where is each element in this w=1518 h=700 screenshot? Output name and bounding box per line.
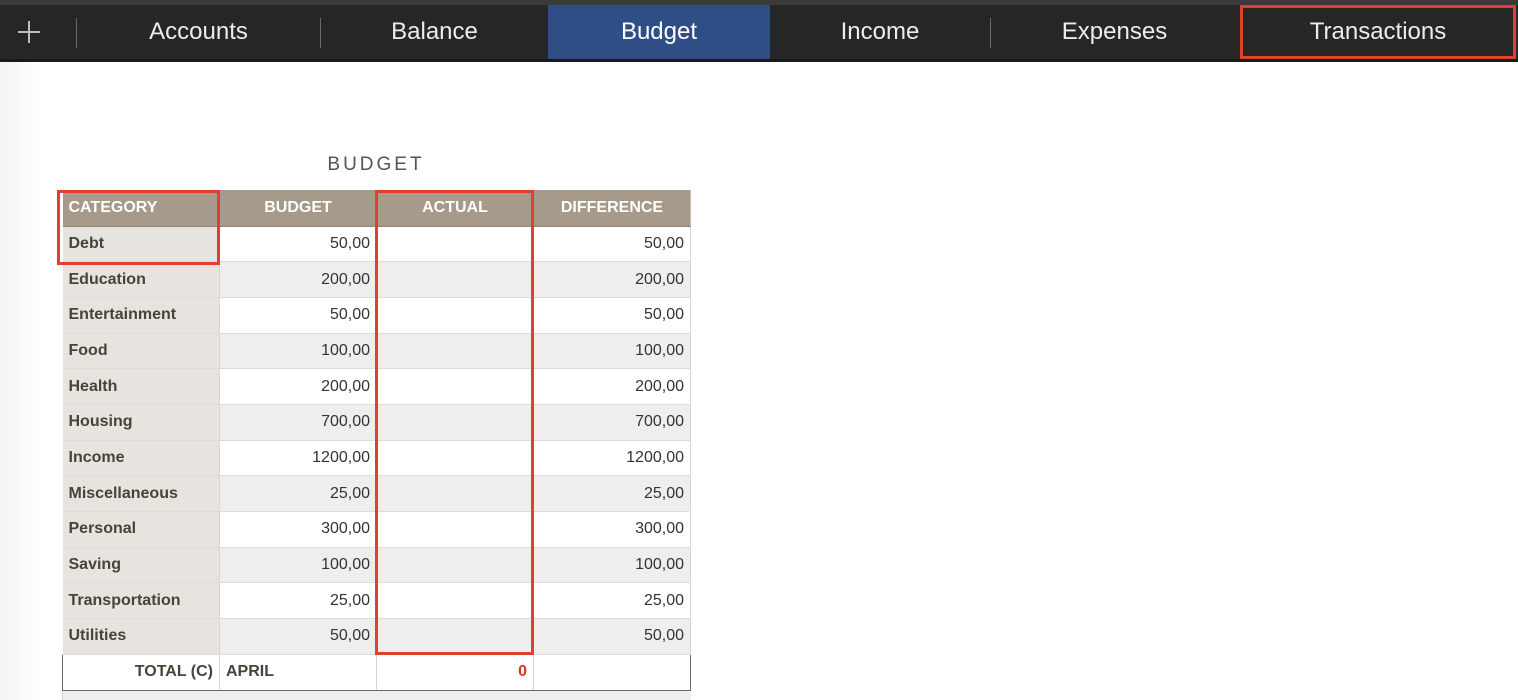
difference-cell[interactable]: 200,00 bbox=[533, 368, 691, 405]
total-label[interactable]: TOTAL (C) bbox=[62, 653, 220, 691]
budget-cell[interactable]: 25,00 bbox=[219, 582, 377, 620]
category-cell[interactable]: Personal bbox=[62, 511, 220, 548]
category-cell[interactable]: Miscellaneous bbox=[62, 475, 220, 512]
table-header-row: CATEGORY BUDGET ACTUAL DIFFERENCE bbox=[62, 190, 691, 227]
tab-accounts[interactable]: Accounts bbox=[77, 5, 320, 59]
table-row: Miscellaneous 25,00 25,00 bbox=[62, 475, 691, 512]
table-row: Health 200,00 200,00 bbox=[62, 368, 691, 405]
table-row: Entertainment 50,00 50,00 bbox=[62, 297, 691, 334]
category-cell[interactable]: Saving bbox=[62, 547, 220, 584]
tab-budget[interactable]: Budget bbox=[548, 5, 770, 59]
difference-cell[interactable]: 200,00 bbox=[533, 261, 691, 298]
total-row: TOTAL (C) APRIL 0 bbox=[62, 653, 691, 691]
budget-cell[interactable]: 1200,00 bbox=[219, 440, 377, 477]
tab-label: Balance bbox=[391, 18, 478, 45]
category-cell[interactable]: Food bbox=[62, 333, 220, 370]
table-row: Transportation 25,00 25,00 bbox=[62, 582, 691, 620]
difference-cell[interactable]: 300,00 bbox=[533, 511, 691, 548]
category-cell[interactable]: Health bbox=[62, 368, 220, 405]
difference-cell[interactable]: 100,00 bbox=[533, 333, 691, 370]
budget-cell[interactable]: 50,00 bbox=[219, 226, 377, 263]
budget-table: CATEGORY BUDGET ACTUAL DIFFERENCE Debt 50… bbox=[62, 190, 691, 691]
actual-cell[interactable] bbox=[376, 582, 534, 620]
difference-cell[interactable]: 100,00 bbox=[533, 547, 691, 584]
tab-label: Budget bbox=[620, 18, 698, 45]
sheet-edge-shadow bbox=[0, 62, 40, 700]
budget-cell[interactable]: 50,00 bbox=[219, 618, 377, 655]
category-cell[interactable]: Entertainment bbox=[62, 297, 220, 334]
table-row: Utilities 50,00 50,00 bbox=[62, 618, 691, 655]
budget-cell[interactable]: 100,00 bbox=[219, 333, 377, 370]
actual-cell[interactable] bbox=[376, 440, 534, 477]
tab-balance[interactable]: Balance bbox=[321, 5, 548, 59]
category-cell[interactable]: Education bbox=[62, 261, 220, 298]
difference-cell[interactable]: 50,00 bbox=[533, 618, 691, 655]
category-cell[interactable]: Utilities bbox=[62, 618, 220, 655]
table-row: Housing 700,00 700,00 bbox=[62, 404, 691, 441]
header-actual[interactable]: ACTUAL bbox=[376, 190, 534, 227]
actual-cell[interactable] bbox=[376, 333, 534, 370]
category-cell[interactable]: Debt bbox=[62, 226, 220, 263]
actual-cell[interactable] bbox=[376, 547, 534, 584]
category-cell[interactable]: Transportation bbox=[62, 582, 220, 620]
next-row-partial bbox=[62, 691, 691, 700]
actual-cell[interactable] bbox=[376, 475, 534, 512]
tab-label: Income bbox=[840, 18, 920, 45]
budget-cell[interactable]: 25,00 bbox=[219, 475, 377, 512]
budget-cell[interactable]: 700,00 bbox=[219, 404, 377, 441]
total-month-cell[interactable]: APRIL bbox=[219, 653, 377, 691]
budget-cell[interactable]: 200,00 bbox=[219, 368, 377, 405]
tab-label: Transactions bbox=[1309, 18, 1447, 45]
header-category[interactable]: CATEGORY bbox=[62, 190, 220, 227]
table-row: Income 1200,00 1200,00 bbox=[62, 440, 691, 477]
actual-cell[interactable] bbox=[376, 511, 534, 548]
tab-expenses[interactable]: Expenses bbox=[991, 5, 1238, 59]
actual-cell[interactable] bbox=[376, 618, 534, 655]
tab-income[interactable]: Income bbox=[770, 5, 990, 59]
actual-cell[interactable] bbox=[376, 368, 534, 405]
sheet-title: BUDGET bbox=[327, 154, 425, 175]
category-cell[interactable]: Housing bbox=[62, 404, 220, 441]
budget-cell[interactable]: 50,00 bbox=[219, 297, 377, 334]
difference-cell[interactable]: 700,00 bbox=[533, 404, 691, 441]
add-sheet-button[interactable] bbox=[0, 5, 58, 59]
table-row: Debt 50,00 50,00 bbox=[62, 226, 691, 263]
actual-cell[interactable] bbox=[376, 261, 534, 298]
difference-cell[interactable]: 1200,00 bbox=[533, 440, 691, 477]
table-row: Food 100,00 100,00 bbox=[62, 333, 691, 370]
total-actual-cell[interactable]: 0 bbox=[376, 653, 534, 691]
tab-label: Expenses bbox=[1061, 18, 1168, 45]
plus-icon bbox=[18, 21, 40, 43]
tab-bar-bottom-border bbox=[0, 59, 1518, 62]
table-row: Personal 300,00 300,00 bbox=[62, 511, 691, 548]
budget-cell[interactable]: 200,00 bbox=[219, 261, 377, 298]
budget-cell[interactable]: 100,00 bbox=[219, 547, 377, 584]
difference-cell[interactable]: 25,00 bbox=[533, 582, 691, 620]
table-row: Education 200,00 200,00 bbox=[62, 261, 691, 298]
tab-transactions[interactable]: Transactions bbox=[1240, 5, 1516, 59]
header-difference[interactable]: DIFFERENCE bbox=[533, 190, 691, 227]
total-difference-cell[interactable] bbox=[533, 653, 691, 691]
actual-cell[interactable] bbox=[376, 404, 534, 441]
table-row: Saving 100,00 100,00 bbox=[62, 547, 691, 584]
category-cell[interactable]: Income bbox=[62, 440, 220, 477]
difference-cell[interactable]: 50,00 bbox=[533, 226, 691, 263]
actual-cell[interactable] bbox=[376, 226, 534, 263]
tab-label: Accounts bbox=[149, 18, 248, 45]
header-budget[interactable]: BUDGET bbox=[219, 190, 377, 227]
actual-cell[interactable] bbox=[376, 297, 534, 334]
difference-cell[interactable]: 50,00 bbox=[533, 297, 691, 334]
budget-cell[interactable]: 300,00 bbox=[219, 511, 377, 548]
difference-cell[interactable]: 25,00 bbox=[533, 475, 691, 512]
